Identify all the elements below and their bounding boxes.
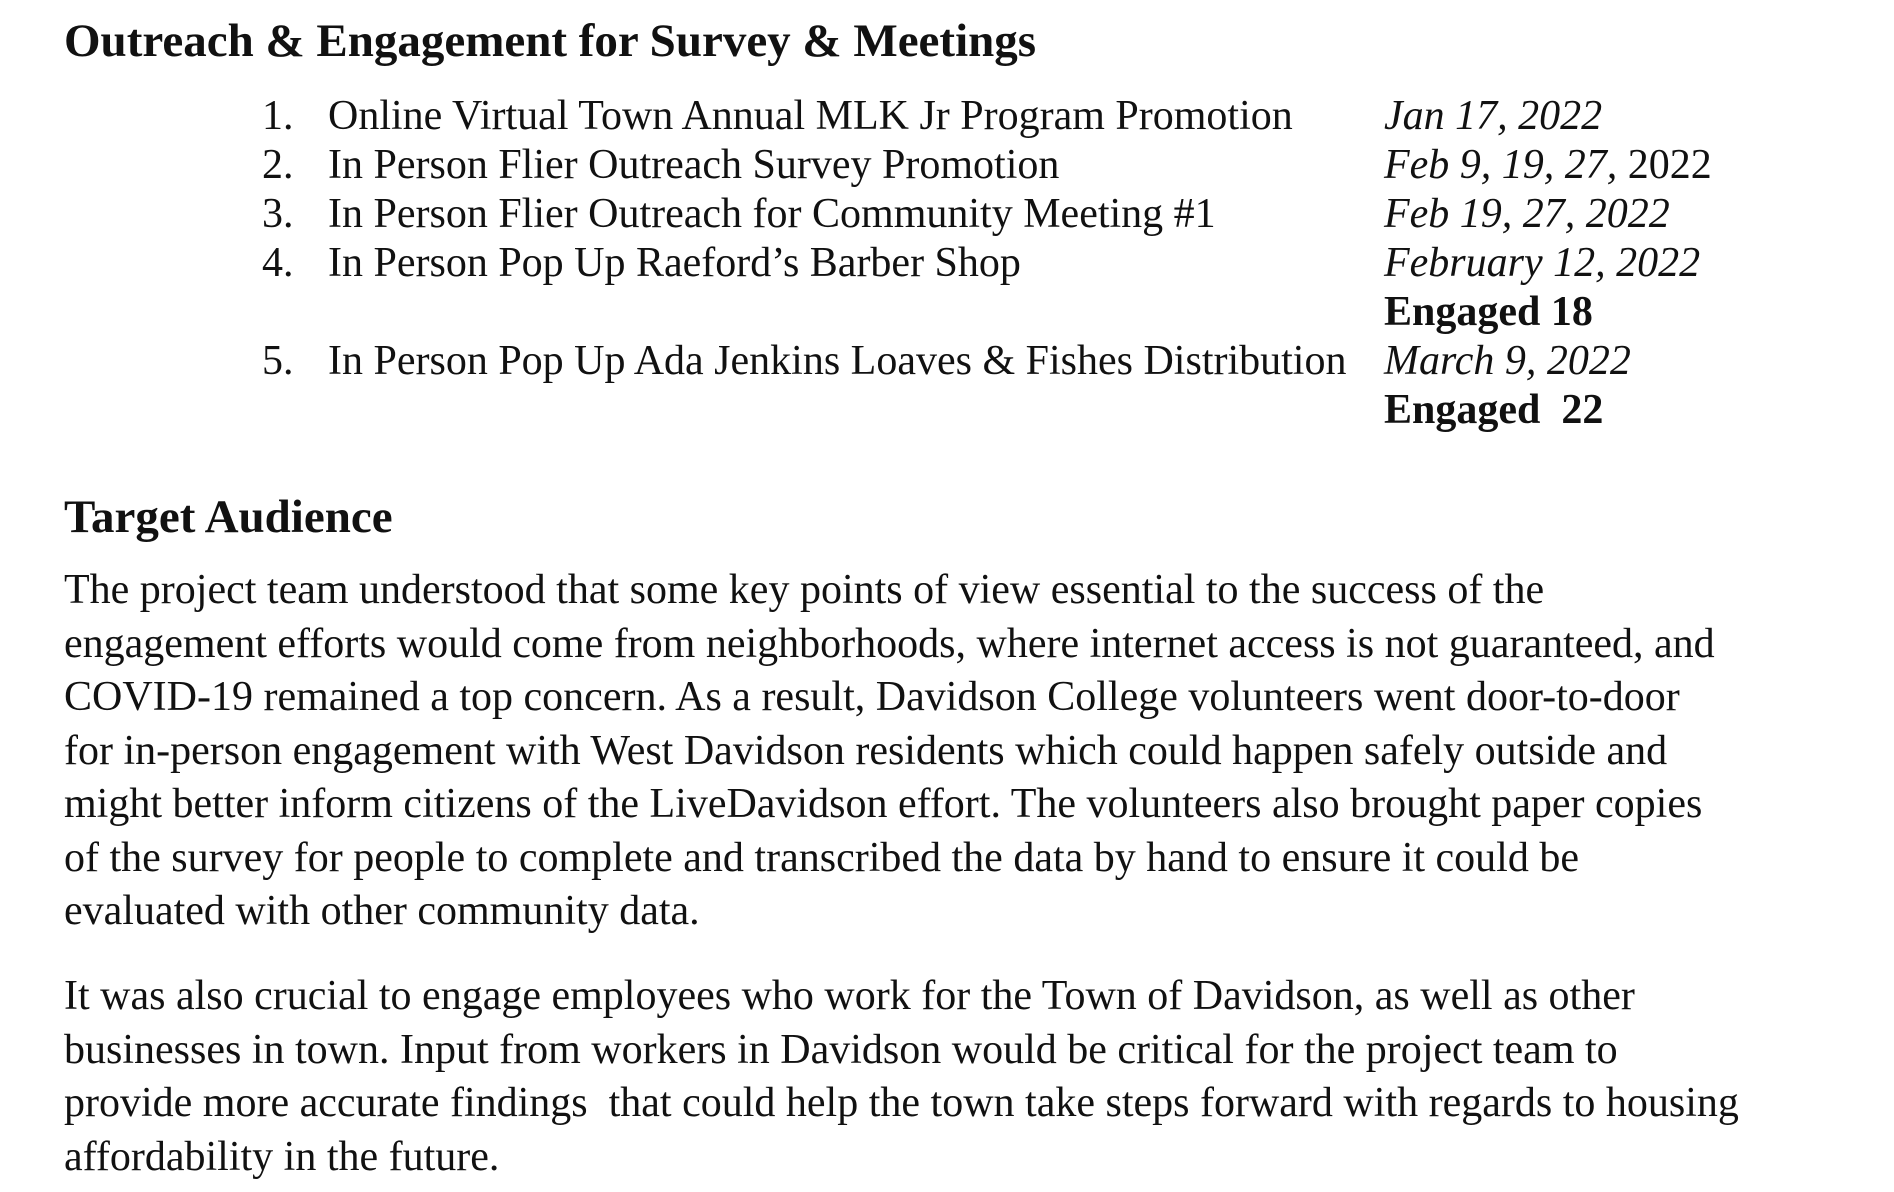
item-label: In Person Flier Outreach for Community M… [328,191,1216,237]
list-item: 5. In Person Pop Up Ada Jenkins Loaves &… [0,337,1894,435]
text-line: evaluated with other community data. [64,888,700,934]
item-date-italic: February 12, 2022 [1384,240,1701,286]
list-item: 3. In Person Flier Outreach for Communit… [0,190,1894,239]
text-line: affordability in the future. [64,1133,500,1180]
item-label: In Person Flier Outreach Survey Promotio… [328,142,1060,188]
text-line: engagement efforts would come from neigh… [64,620,1715,667]
text-line: It was also crucial to engage employees … [64,973,1635,1019]
item-date: Feb 19, 27, 2022 [1384,190,1670,239]
outreach-heading: Outreach & Engagement for Survey & Meeti… [64,15,1037,67]
item-label: Online Virtual Town Annual MLK Jr Progra… [328,93,1293,139]
text-line: The project team understood that some ke… [64,567,1545,613]
text-line: might better inform citizens of the Live… [64,781,1703,827]
target-audience-paragraph-2: It was also crucial to engage employees … [64,970,1854,1184]
item-date-italic: Feb 9, 19, 27, [1384,142,1618,188]
text-line: provide more accurate findings that coul… [64,1080,1739,1126]
item-label: In Person Pop Up Raeford’s Barber Shop [328,240,1021,286]
item-date-plain: 2022 [1617,142,1712,188]
item-label: In Person Pop Up Ada Jenkins Loaves & Fi… [328,338,1347,384]
item-number: 5. [262,338,294,384]
item-date-italic: Jan 17, 2022 [1384,93,1603,139]
outreach-list: 1. Online Virtual Town Annual MLK Jr Pro… [0,92,1894,435]
item-number: 4. [262,240,294,286]
item-number: 2. [262,142,294,188]
item-date: March 9, 2022 [1384,337,1631,386]
item-number: 3. [262,191,294,237]
item-date: Jan 17, 2022 [1384,92,1602,141]
item-date-italic: March 9, 2022 [1384,338,1631,384]
list-item: 4. In Person Pop Up Raeford’s Barber Sho… [0,239,1894,337]
text-line: COVID-19 remained a top concern. As a re… [64,674,1680,720]
text-line: businesses in town. Input from workers i… [64,1026,1618,1073]
target-audience-paragraph-1: The project team understood that some ke… [64,564,1854,939]
text-line: for in-person engagement with West David… [64,727,1668,774]
engaged-count: Engaged 22 [1384,387,1604,433]
item-number: 1. [262,93,294,139]
item-date: Feb 9, 19, 27, 2022 [1384,141,1712,190]
engaged-count: Engaged 18 [1384,289,1593,335]
document-page: Outreach & Engagement for Survey & Meeti… [0,0,1894,1192]
item-date: February 12, 2022 [1384,239,1700,288]
list-item: 2. In Person Flier Outreach Survey Promo… [0,141,1894,190]
list-item: 1. Online Virtual Town Annual MLK Jr Pro… [0,92,1894,141]
item-date-italic: Feb 19, 27, 2022 [1384,191,1670,237]
target-audience-heading: Target Audience [64,491,393,543]
text-line: of the survey for people to complete and… [64,834,1579,881]
